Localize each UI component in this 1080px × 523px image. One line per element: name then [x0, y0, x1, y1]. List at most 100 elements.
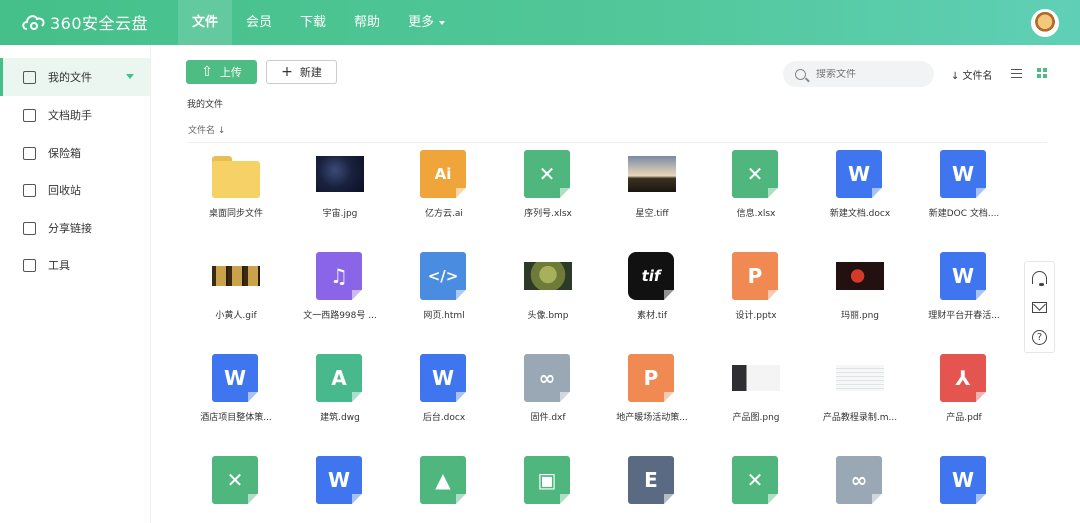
- file-name: 理财平台开春活...: [928, 311, 1000, 321]
- file-item[interactable]: ✕: [188, 456, 284, 523]
- file-name: 产品教程录制.m...: [822, 413, 898, 423]
- dxf-file-icon: ∞: [836, 456, 882, 504]
- sidebar-item-doc-assistant[interactable]: 文档助手: [0, 96, 150, 134]
- html-file-icon: </>: [420, 252, 466, 300]
- file-item[interactable]: 头像.bmp: [500, 252, 596, 342]
- file-name: 网页.html: [423, 311, 465, 321]
- search-input[interactable]: [816, 68, 926, 80]
- file-item[interactable]: W: [916, 456, 1012, 523]
- sidebar-item-tools[interactable]: 工具: [0, 246, 150, 284]
- sidebar-item-label: 我的文件: [48, 71, 92, 84]
- customer-service-button[interactable]: [1025, 262, 1054, 292]
- file-item[interactable]: ∞ 固件.dxf: [500, 354, 596, 444]
- file-name: 素材.tif: [636, 311, 668, 321]
- mail-icon: [1032, 301, 1047, 313]
- file-item[interactable]: 玛丽.png: [812, 252, 908, 342]
- file-item[interactable]: W 酒店项目整体策...: [188, 354, 284, 444]
- file-item[interactable]: ⅄ 产品.pdf: [916, 354, 1012, 444]
- file-item[interactable]: 星空.tiff: [604, 150, 700, 240]
- doc-assistant-icon: [23, 108, 36, 122]
- file-item[interactable]: 产品教程录制.m...: [812, 354, 908, 444]
- sort-by-name-header[interactable]: 文件名 ↓: [188, 123, 225, 136]
- nav-more-label: 更多: [408, 15, 435, 30]
- tools-icon: [23, 258, 36, 272]
- file-item[interactable]: W 理财平台开春活...: [916, 252, 1012, 342]
- file-item[interactable]: ✕: [708, 456, 804, 523]
- music-file-icon: ♫: [316, 252, 362, 300]
- file-name: 设计.pptx: [735, 311, 777, 321]
- trash-icon: [23, 183, 36, 197]
- customer-service-icon: [1032, 270, 1047, 286]
- file-item[interactable]: 桌面同步文件: [188, 150, 284, 240]
- sidebar-item-safe[interactable]: 保险箱: [0, 134, 150, 172]
- nav-item-help[interactable]: 帮助: [340, 0, 394, 45]
- file-item[interactable]: ✕ 信息.xlsx: [708, 150, 804, 240]
- help-icon: ?: [1032, 329, 1047, 345]
- upload-button[interactable]: ⇧ 上传: [186, 60, 257, 84]
- tif-file-icon: tif: [628, 252, 674, 300]
- share-link-icon: [23, 221, 36, 235]
- image-thumbnail: [524, 252, 572, 300]
- file-item[interactable]: W 后台.docx: [396, 354, 492, 444]
- file-item[interactable]: ♫ 文一西路998号 ...: [292, 252, 388, 342]
- list-view-icon[interactable]: [1011, 69, 1022, 78]
- file-item[interactable]: tif 素材.tif: [604, 252, 700, 342]
- file-item[interactable]: P 设计.pptx: [708, 252, 804, 342]
- search-icon[interactable]: [795, 68, 806, 80]
- floating-toolbar: ?: [1024, 261, 1055, 353]
- safe-icon: [23, 146, 36, 160]
- file-item[interactable]: 产品图.png: [708, 354, 804, 444]
- file-item[interactable]: Ai 亿方云.ai: [396, 150, 492, 240]
- file-name: 信息.xlsx: [736, 209, 776, 219]
- app-logo[interactable]: 360安全云盘: [20, 10, 148, 34]
- file-item[interactable]: W: [292, 456, 388, 523]
- image-thumbnail: [316, 150, 364, 198]
- sort-button[interactable]: ↓ 文件名: [951, 67, 993, 82]
- nav-item-member[interactable]: 会员: [232, 0, 286, 45]
- excel-file-icon: ✕: [212, 456, 258, 504]
- word-file-icon: W: [420, 354, 466, 402]
- sidebar-item-trash[interactable]: 回收站: [0, 171, 150, 209]
- new-label: 新建: [299, 66, 322, 79]
- ai-file-icon: Ai: [420, 150, 466, 198]
- new-button[interactable]: + 新建: [266, 60, 337, 84]
- file-item[interactable]: 小黄人.gif: [188, 252, 284, 342]
- file-item[interactable]: ∞: [812, 456, 908, 523]
- file-icon: [23, 70, 36, 84]
- file-item[interactable]: W 新建文档.docx: [812, 150, 908, 240]
- file-item[interactable]: ✕ 序列号.xlsx: [500, 150, 596, 240]
- top-bar: 360安全云盘 文件 会员 下载 帮助 更多: [0, 0, 1080, 45]
- file-item[interactable]: A 建筑.dwg: [292, 354, 388, 444]
- file-name: 建筑.dwg: [320, 413, 360, 423]
- ppt-file-icon: P: [628, 354, 674, 402]
- e-file-icon: E: [628, 456, 674, 504]
- nav-item-download[interactable]: 下载: [286, 0, 340, 45]
- file-name: 宇宙.jpg: [322, 209, 358, 219]
- image-thumbnail: [836, 354, 884, 402]
- file-item[interactable]: ▲: [396, 456, 492, 523]
- feedback-button[interactable]: [1025, 292, 1054, 322]
- file-item[interactable]: </> 网页.html: [396, 252, 492, 342]
- grid-view-icon[interactable]: [1037, 68, 1047, 78]
- file-name: 玛丽.png: [841, 311, 879, 321]
- excel-file-icon: ✕: [732, 456, 778, 504]
- avatar[interactable]: [1031, 9, 1059, 37]
- file-item[interactable]: ▣: [500, 456, 596, 523]
- word-file-icon: W: [212, 354, 258, 402]
- sidebar-item-share-links[interactable]: 分享链接: [0, 209, 150, 247]
- help-button[interactable]: ?: [1025, 322, 1054, 352]
- file-name: 地产暖场活动策...: [616, 413, 688, 423]
- logo-text: 360安全云盘: [50, 14, 149, 33]
- nav-item-files[interactable]: 文件: [178, 0, 233, 45]
- file-item[interactable]: E: [604, 456, 700, 523]
- file-item[interactable]: W 新建DOC 文档....: [916, 150, 1012, 240]
- divider: [187, 142, 1047, 143]
- file-item[interactable]: P 地产暖场活动策...: [604, 354, 700, 444]
- sidebar-item-my-files[interactable]: 我的文件: [0, 58, 150, 96]
- file-name: 亿方云.ai: [425, 209, 463, 219]
- file-name: 文一西路998号 ...: [303, 311, 377, 321]
- breadcrumb[interactable]: 我的文件: [187, 97, 223, 110]
- file-item[interactable]: 宇宙.jpg: [292, 150, 388, 240]
- nav-item-more[interactable]: 更多: [394, 0, 459, 45]
- chevron-down-icon[interactable]: [126, 74, 134, 79]
